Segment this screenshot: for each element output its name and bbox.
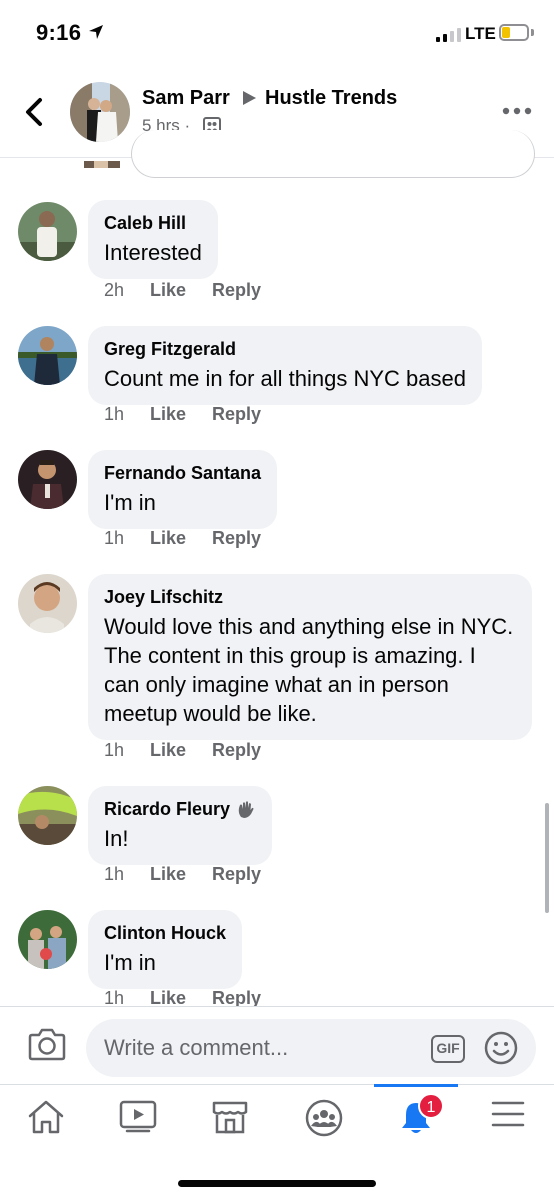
reply-button[interactable]: Reply [212, 280, 261, 301]
comment-bubble: Ricardo Fleury In! [88, 786, 273, 865]
comment-text: In! [104, 826, 129, 851]
comment-time: 1h [104, 740, 125, 760]
comment-time: 1h [104, 404, 125, 424]
comment-composer: GIF [0, 1006, 554, 1084]
reply-button[interactable]: Reply [212, 864, 261, 885]
comment-time: 1h [104, 864, 125, 884]
comment-time: 1h [104, 528, 125, 548]
comment-actions: 1h Like Reply [104, 404, 261, 425]
comment-text: Count me in for all things NYC based [104, 366, 466, 391]
location-arrow-icon [89, 25, 103, 39]
commenter-avatar[interactable] [18, 786, 77, 845]
reply-button[interactable]: Reply [212, 528, 261, 549]
notification-badge: 1 [418, 1093, 444, 1119]
home-icon [28, 1100, 64, 1134]
tab-marketplace[interactable] [184, 1085, 276, 1155]
comment-bubble: Joey Lifschitz Would love this and anyth… [88, 574, 532, 740]
gif-button[interactable]: GIF [431, 1035, 465, 1063]
comment-bubble: Clinton Houck I'm in [88, 910, 242, 989]
comment-text: I'm in [104, 950, 156, 975]
previous-reply-box [131, 130, 535, 178]
comment-bubble: Fernando Santana I'm in [88, 450, 278, 529]
commenter-avatar[interactable] [18, 450, 77, 509]
commenter-name[interactable]: Ricardo Fleury [104, 798, 230, 820]
like-button[interactable]: Like [150, 740, 186, 761]
post-author-name[interactable]: Sam Parr [142, 87, 230, 110]
comment-text: I'm in [104, 490, 156, 515]
commenter-avatar[interactable] [18, 574, 77, 633]
commenter-name[interactable]: Caleb Hill [104, 212, 202, 234]
more-options-icon[interactable] [502, 106, 532, 116]
commenter-name[interactable]: Greg Fitzgerald [104, 338, 466, 360]
menu-icon [491, 1101, 525, 1127]
comment-time: 2h [104, 280, 125, 300]
wave-icon [238, 801, 254, 818]
watch-icon [119, 1100, 157, 1133]
back-chevron-icon[interactable] [20, 96, 50, 128]
status-bar: 9:16 LTE [0, 0, 554, 70]
group-name[interactable]: Hustle Trends [265, 87, 397, 110]
commenter-avatar[interactable] [18, 910, 77, 969]
like-button[interactable]: Like [150, 280, 186, 301]
author-avatar[interactable] [70, 82, 130, 142]
home-indicator [178, 1180, 376, 1187]
comment-actions: 1h Like Reply [104, 864, 261, 885]
comment-actions: 1h Like Reply [104, 740, 261, 761]
reply-button[interactable]: Reply [212, 404, 261, 425]
comment-actions: 1h Like Reply [104, 528, 261, 549]
comment-text: Interested [104, 240, 202, 265]
reply-button[interactable]: Reply [212, 740, 261, 761]
commenter-name[interactable]: Clinton Houck [104, 922, 226, 944]
like-button[interactable]: Like [150, 864, 186, 885]
tab-home[interactable] [0, 1085, 92, 1155]
tab-notifications[interactable] [370, 1085, 462, 1155]
previous-avatar [84, 158, 120, 168]
commenter-avatar[interactable] [18, 326, 77, 385]
camera-icon[interactable] [28, 1027, 66, 1061]
comment-bubble: Greg Fitzgerald Count me in for all thin… [88, 326, 482, 405]
tab-menu[interactable] [462, 1085, 554, 1155]
battery-nub [531, 29, 534, 36]
commenter-name[interactable]: Joey Lifschitz [104, 586, 516, 608]
emoji-icon[interactable] [484, 1031, 518, 1065]
comment-input[interactable] [86, 1019, 536, 1077]
tab-watch[interactable] [92, 1085, 184, 1155]
commenter-name-row: Ricardo Fleury [104, 798, 256, 820]
scrollbar[interactable] [545, 803, 549, 913]
battery-icon [499, 24, 529, 41]
cell-signal-icon [436, 28, 461, 42]
commenter-avatar[interactable] [18, 202, 77, 261]
status-time: 9:16 [36, 20, 82, 45]
tab-groups[interactable] [278, 1085, 370, 1155]
commenter-name[interactable]: Fernando Santana [104, 462, 261, 484]
comment-bubble: Caleb Hill Interested [88, 200, 218, 279]
marketplace-icon [212, 1101, 248, 1134]
right-triangle-icon [243, 91, 256, 105]
network-type: LTE [465, 24, 496, 43]
comment-text: Would love this and anything else in NYC… [104, 614, 514, 726]
like-button[interactable]: Like [150, 404, 186, 425]
groups-icon [305, 1099, 343, 1137]
comment-actions: 2h Like Reply [104, 280, 261, 301]
like-button[interactable]: Like [150, 528, 186, 549]
